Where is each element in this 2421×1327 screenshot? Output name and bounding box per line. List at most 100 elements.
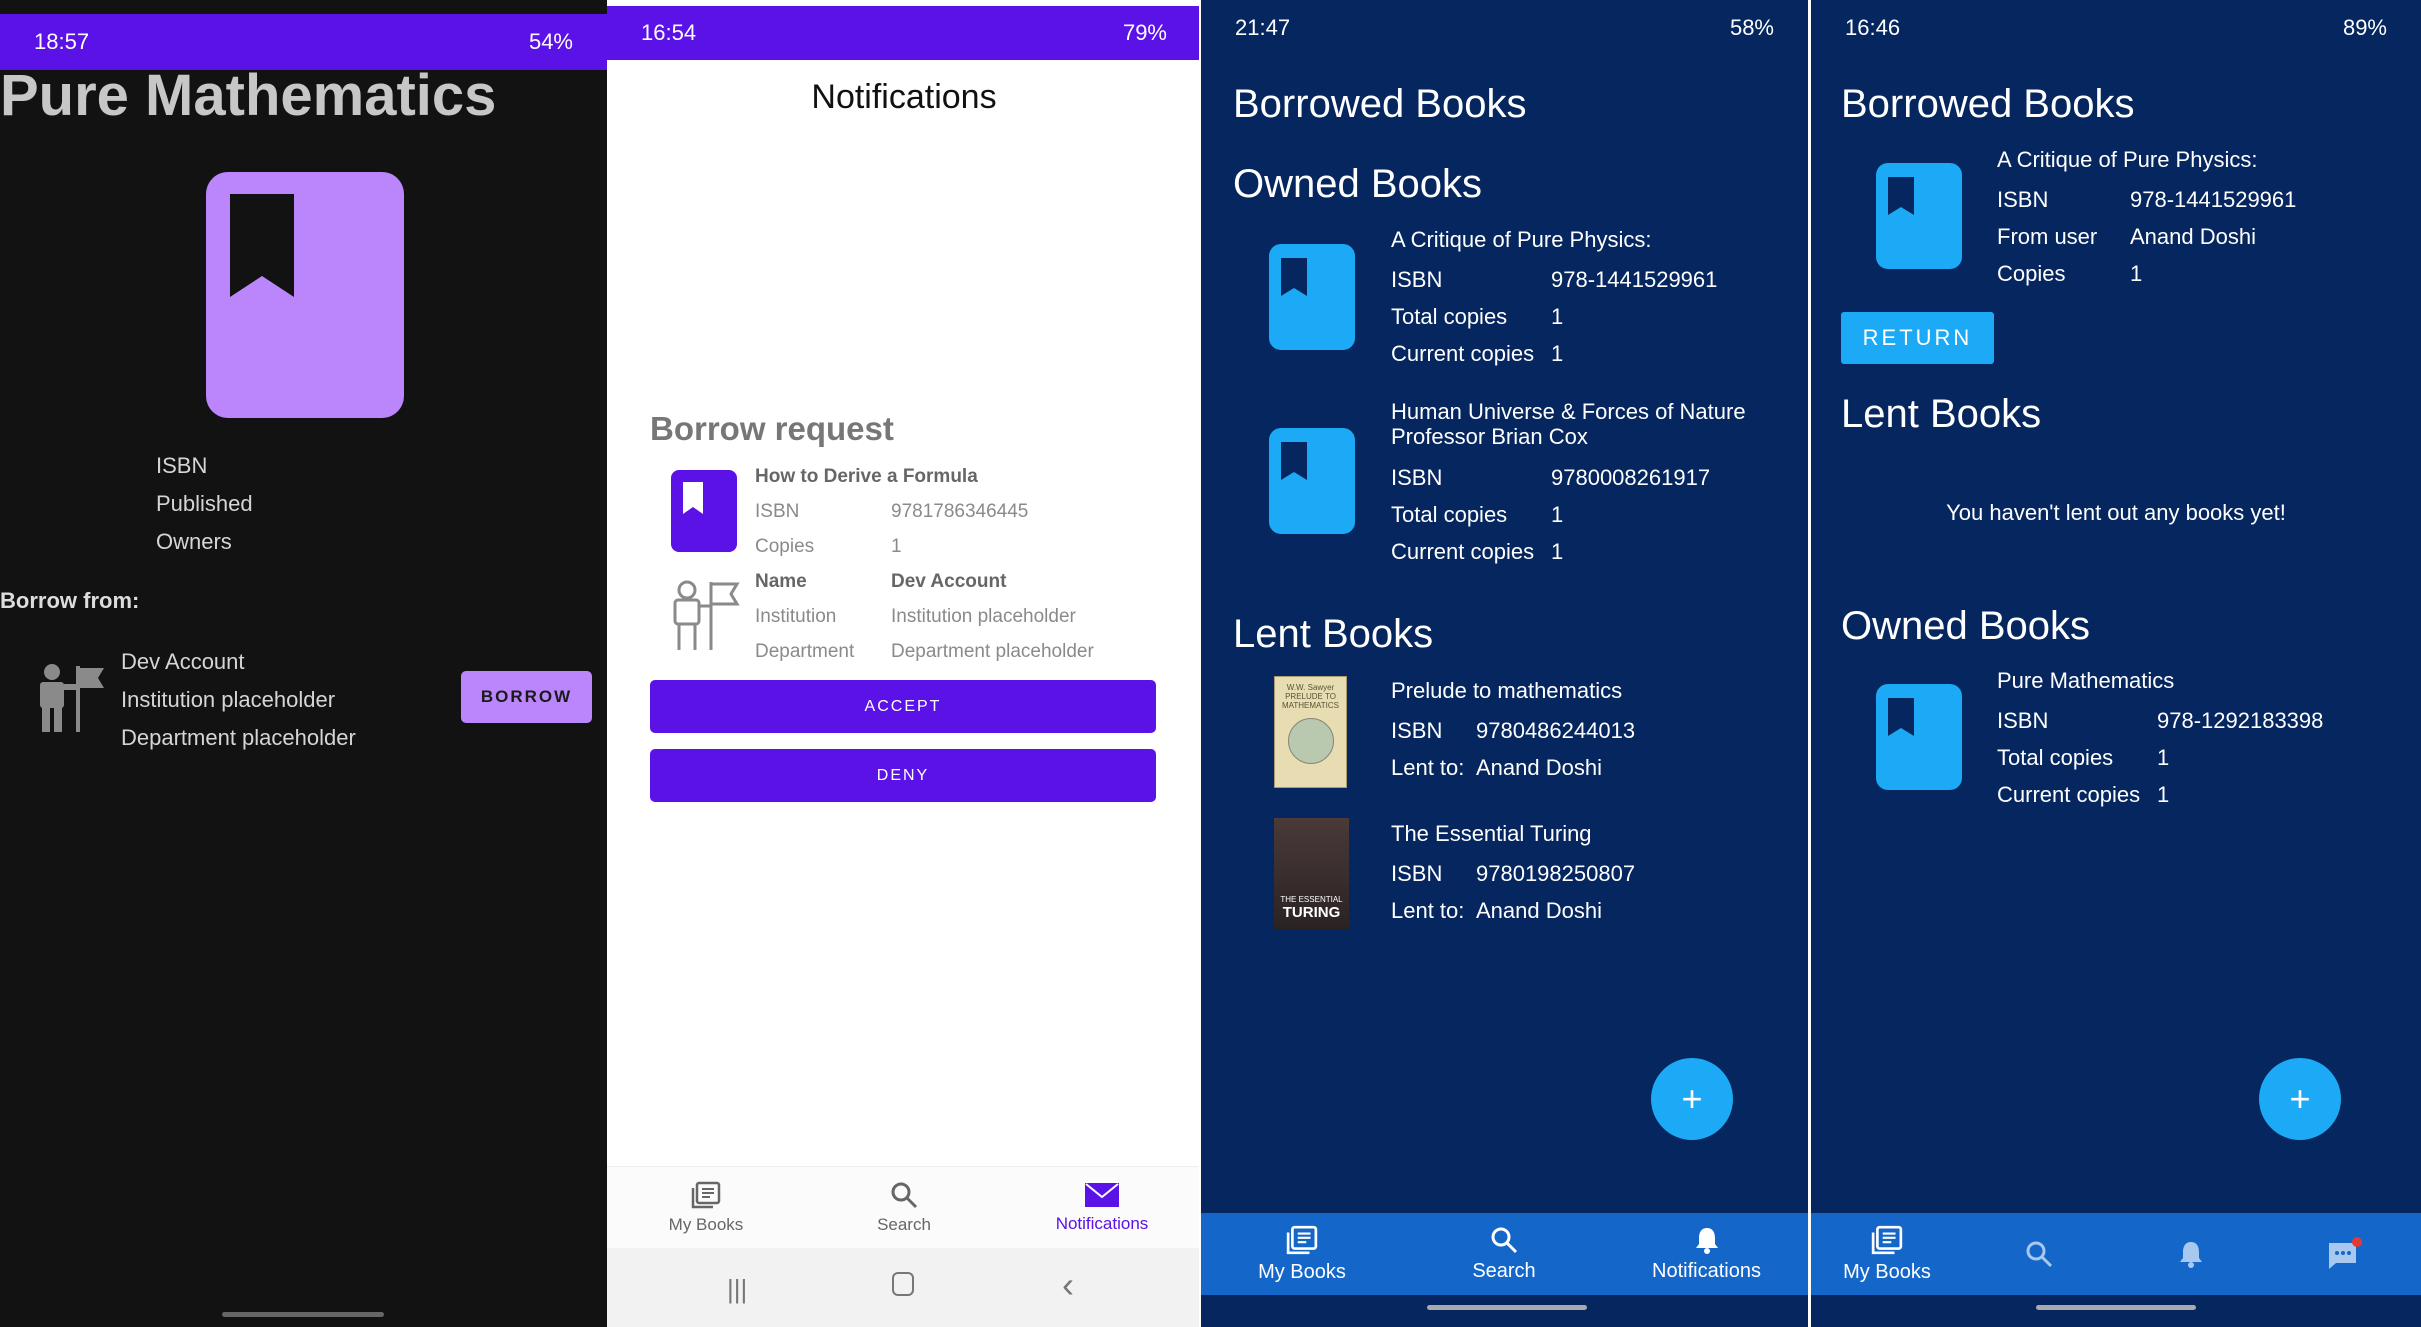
- owner-department: Department placeholder: [121, 725, 356, 750]
- lent-book-title[interactable]: Prelude to mathematics: [1391, 678, 1622, 704]
- nav-search[interactable]: Search: [805, 1167, 1003, 1249]
- book-icon: [671, 470, 737, 552]
- cover-text: W.W. Sawyer: [1286, 683, 1335, 692]
- book-detail-screen: 18:57 54% Pure Mathematics ISBN Publishe…: [0, 0, 607, 1327]
- isbn-value: 978-1441529961: [2130, 187, 2297, 212]
- name-label: Name: [755, 571, 807, 592]
- mail-icon: [1085, 1183, 1119, 1207]
- user-flag-icon: [667, 578, 741, 652]
- bottom-nav: My Books Search Notifications: [1201, 1213, 1808, 1295]
- book-cover-image: W.W. Sawyer PRELUDE TO MATHEMATICS: [1274, 676, 1347, 788]
- isbn-label: ISBN: [156, 453, 208, 478]
- book-icon: [206, 172, 404, 418]
- nav-search[interactable]: [1963, 1213, 2115, 1295]
- home-indicator[interactable]: [222, 1312, 384, 1317]
- isbn-value: 9780198250807: [1476, 861, 1636, 886]
- total-copies-label: Total copies: [1391, 502, 1508, 527]
- current-copies-value: 1: [1551, 539, 1564, 564]
- chat-icon: [2329, 1237, 2362, 1269]
- add-book-button[interactable]: +: [1651, 1058, 1733, 1140]
- home-indicator[interactable]: [2036, 1305, 2196, 1310]
- isbn-label: ISBN: [1997, 708, 2049, 733]
- total-copies-value: 1: [1551, 304, 1564, 329]
- status-time: 18:57: [34, 29, 90, 54]
- home-icon[interactable]: [892, 1272, 914, 1296]
- library-icon: [1871, 1225, 1903, 1254]
- nav-notifications[interactable]: Notifications: [1003, 1167, 1201, 1249]
- book-icon: [1876, 684, 1962, 790]
- from-user-label: From user: [1997, 224, 2098, 249]
- current-copies-label: Current copies: [1391, 341, 1535, 366]
- nav-label: Notifications: [1055, 1214, 1149, 1233]
- owned-heading: Owned Books: [1841, 604, 2091, 648]
- lent-to-label: Lent to:: [1391, 898, 1465, 923]
- borrowed-heading: Borrowed Books: [1841, 82, 2135, 126]
- name-value: Dev Account: [891, 571, 1007, 592]
- isbn-label: ISBN: [1391, 465, 1443, 490]
- empty-state-message: You haven't lent out any books yet!: [1946, 500, 2286, 525]
- add-book-button[interactable]: +: [2259, 1058, 2341, 1140]
- cover-text: PRELUDE TO: [1285, 692, 1336, 701]
- status-battery: 89%: [2342, 15, 2387, 40]
- cover-text: MATHEMATICS: [1281, 701, 1340, 710]
- nav-notifications[interactable]: [2115, 1213, 2267, 1295]
- owned-book-title[interactable]: A Critique of Pure Physics:: [1391, 227, 1651, 253]
- library-icon: [1286, 1225, 1318, 1254]
- nav-label: My Books: [1843, 1260, 1931, 1283]
- isbn-label: ISBN: [1391, 718, 1443, 743]
- deny-button[interactable]: DENY: [650, 749, 1156, 802]
- owned-book-title[interactable]: Pure Mathematics: [1997, 668, 2174, 694]
- return-button[interactable]: RETURN: [1841, 312, 1994, 364]
- owned-book-title[interactable]: Human Universe & Forces of Nature Profes…: [1391, 399, 1791, 449]
- borrow-from-heading: Borrow from:: [0, 588, 140, 613]
- status-time: 21:47: [1235, 15, 1291, 40]
- owners-label: Owners: [156, 529, 232, 554]
- gesture-bar: [1811, 1295, 2421, 1327]
- isbn-value: 9781786346445: [891, 501, 1029, 522]
- nav-my-books[interactable]: My Books: [1201, 1213, 1403, 1295]
- borrowed-heading: Borrowed Books: [1233, 82, 1527, 126]
- copies-label: Copies: [1997, 261, 2066, 286]
- current-copies-value: 1: [2157, 782, 2170, 807]
- accept-button[interactable]: ACCEPT: [650, 680, 1156, 733]
- recents-icon[interactable]: |||: [727, 1274, 747, 1305]
- page-title: Pure Mathematics: [0, 63, 497, 128]
- nav-label: Notifications: [1652, 1259, 1761, 1282]
- lent-book-title[interactable]: The Essential Turing: [1391, 821, 1592, 847]
- isbn-label: ISBN: [1997, 187, 2049, 212]
- borrowed-book-title[interactable]: A Critique of Pure Physics:: [1997, 147, 2257, 173]
- home-indicator[interactable]: [1427, 1305, 1587, 1310]
- library-icon: [691, 1181, 721, 1209]
- current-copies-value: 1: [1551, 341, 1564, 366]
- total-copies-label: Total copies: [1391, 304, 1508, 329]
- notifications-screen: 16:54 79% Notifications Borrow request H…: [607, 0, 1201, 1327]
- cover-text: TURING: [1282, 904, 1341, 921]
- isbn-label: ISBN: [755, 501, 800, 522]
- back-icon[interactable]: ‹: [1062, 1264, 1074, 1306]
- status-battery: 79%: [1122, 20, 1167, 45]
- owner-institution: Institution placeholder: [121, 687, 336, 712]
- status-battery: 54%: [528, 29, 573, 54]
- lent-to-value: Anand Doshi: [1476, 755, 1602, 780]
- total-copies-value: 1: [1551, 502, 1564, 527]
- published-label: Published: [156, 491, 253, 516]
- nav-my-books[interactable]: My Books: [1811, 1213, 1963, 1295]
- bottom-nav: My Books: [1811, 1213, 2421, 1295]
- total-copies-label: Total copies: [1997, 745, 2114, 770]
- current-copies-label: Current copies: [1391, 539, 1535, 564]
- book-icon: [1269, 244, 1355, 350]
- book-icon: [1876, 163, 1962, 269]
- status-time: 16:46: [1845, 15, 1901, 40]
- nav-messages[interactable]: [2267, 1213, 2421, 1295]
- bell-icon: [1695, 1227, 1718, 1254]
- status-bar: 21:47 58%: [1201, 0, 1808, 56]
- borrow-button[interactable]: BORROW: [461, 671, 592, 723]
- nav-search[interactable]: Search: [1403, 1213, 1605, 1295]
- institution-label: Institution: [755, 606, 837, 627]
- nav-my-books[interactable]: My Books: [607, 1167, 805, 1249]
- department-value: Department placeholder: [891, 641, 1094, 662]
- section-heading: Borrow request: [650, 410, 894, 447]
- status-bar: 16:46 89%: [1811, 0, 2421, 56]
- nav-notifications[interactable]: Notifications: [1605, 1213, 1808, 1295]
- owned-heading: Owned Books: [1233, 162, 1483, 206]
